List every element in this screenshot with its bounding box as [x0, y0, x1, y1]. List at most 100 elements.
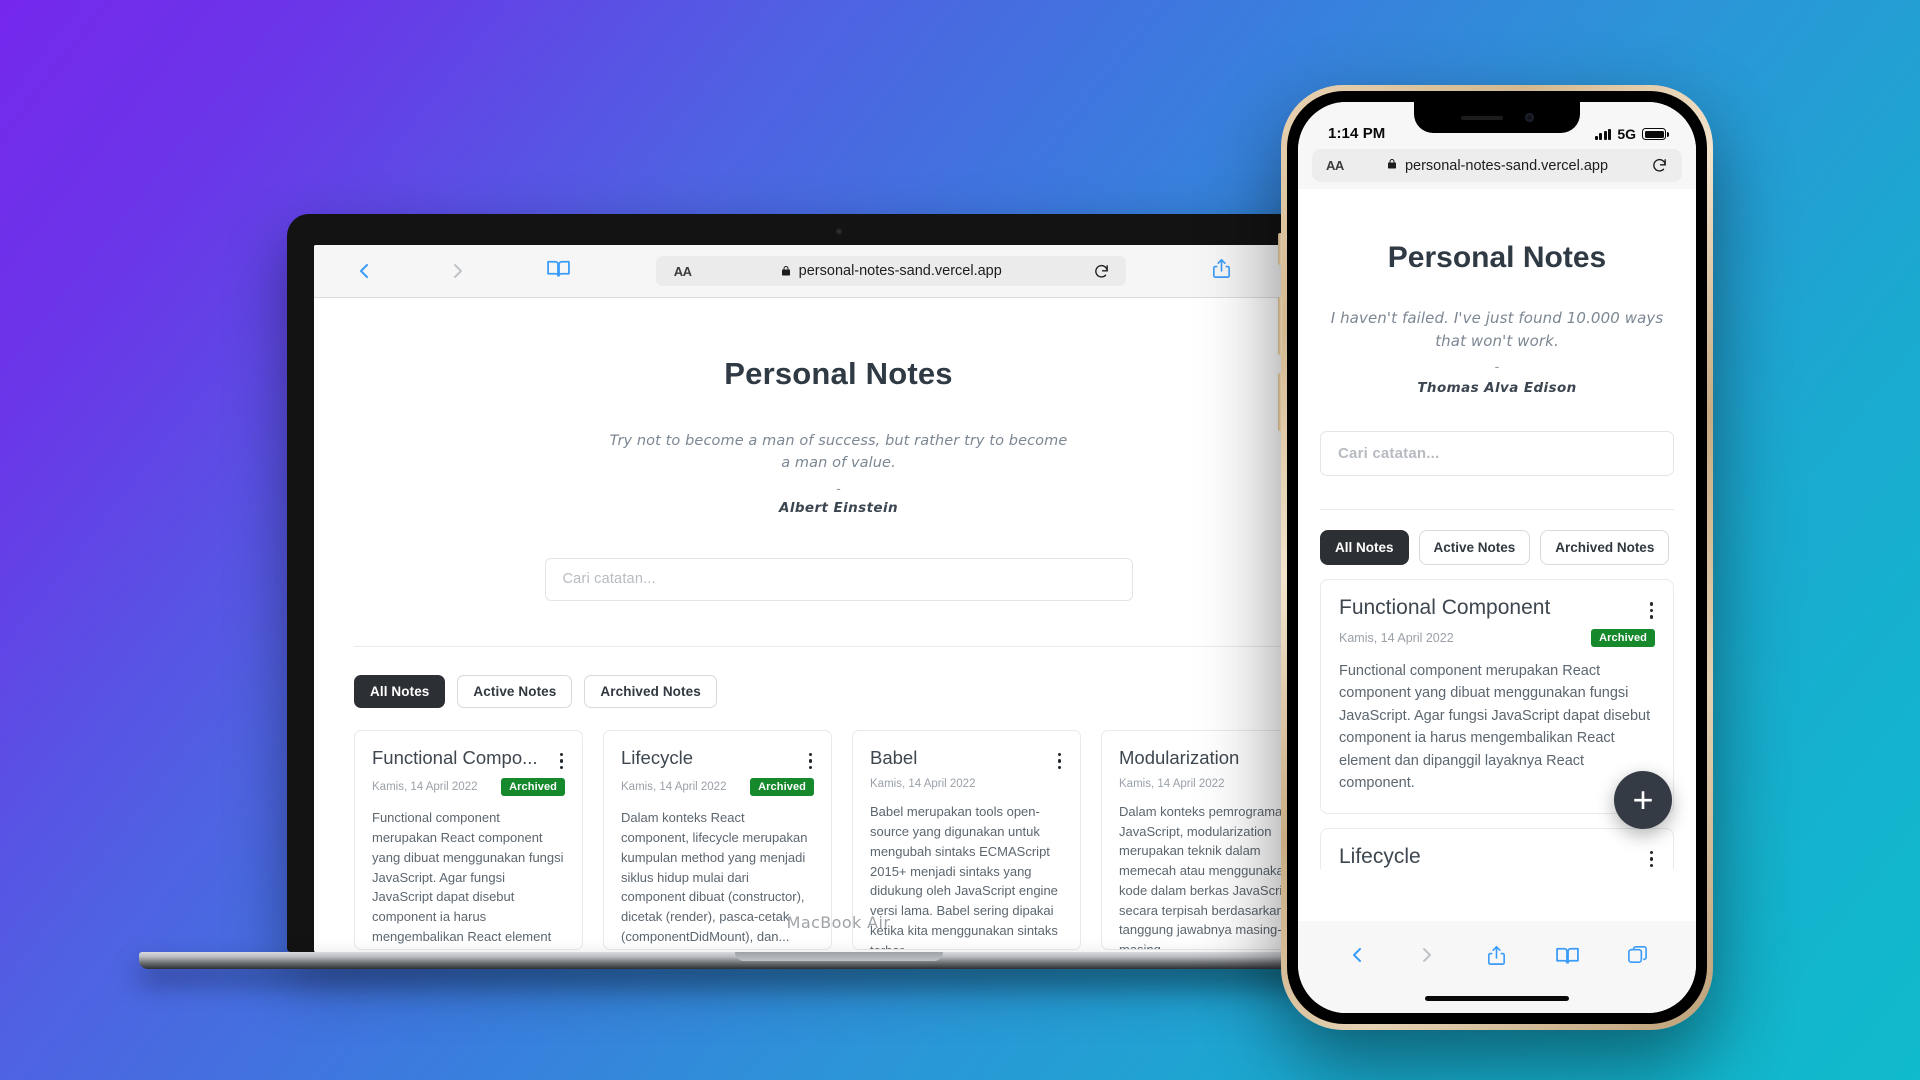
- front-camera-icon: [1524, 113, 1534, 122]
- page-title: Personal Notes: [1387, 241, 1607, 274]
- chevron-left-icon[interactable]: [352, 259, 376, 283]
- reload-icon[interactable]: [1651, 157, 1668, 174]
- lock-icon: [780, 264, 792, 278]
- note-card-header: Lifecycle: [621, 747, 814, 770]
- search-input[interactable]: Cari catatan...: [544, 557, 1133, 601]
- quote-text: Try not to become a man of success, but …: [609, 433, 1068, 472]
- phone-volume-up-button[interactable]: [1278, 297, 1282, 355]
- note-card-header: Functional Component: [1339, 596, 1655, 620]
- note-title: Modularization: [1119, 746, 1240, 768]
- book-icon[interactable]: [546, 256, 571, 286]
- lock-icon: [1386, 157, 1398, 175]
- filter-group: All Notes Active Notes Archived Notes: [1320, 530, 1674, 565]
- note-title: Lifecycle: [1339, 844, 1421, 868]
- laptop-camera-icon: [835, 228, 842, 235]
- battery-icon: [1642, 128, 1669, 140]
- filter-active-notes[interactable]: Active Notes: [457, 674, 573, 708]
- note-title: Babel: [870, 746, 918, 768]
- note-card-meta: Kamis, 14 April 2022: [870, 778, 1063, 790]
- filter-group: All Notes Active Notes Archived Notes: [354, 674, 1323, 708]
- signal-bars-icon: [1594, 128, 1612, 140]
- divider: [1320, 509, 1674, 510]
- note-date: Kamis, 14 April 2022: [1119, 777, 1225, 790]
- phone-browser-toolbar: AA personal-notes-sand.vercel.app: [1298, 148, 1696, 189]
- tabs-icon[interactable]: [1626, 943, 1649, 966]
- reload-icon[interactable]: [1093, 263, 1110, 280]
- note-card-meta: Kamis, 14 April 2022 Archived: [621, 778, 814, 797]
- address-bar[interactable]: AA personal-notes-sand.vercel.app: [655, 256, 1126, 286]
- phone-status-bar: 1:14 PM 5G: [1298, 102, 1696, 148]
- text-size-button[interactable]: AA: [674, 264, 692, 279]
- url-group: personal-notes-sand.vercel.app: [1386, 157, 1608, 175]
- book-icon[interactable]: [1555, 943, 1580, 968]
- note-card-header: Functional Compo...: [372, 747, 565, 770]
- note-card-header: Lifecycle: [1339, 845, 1655, 869]
- status-time: 1:14 PM: [1328, 125, 1386, 142]
- status-right-group: 5G: [1594, 126, 1669, 142]
- note-title: Functional Compo...: [372, 746, 538, 768]
- page-title: Personal Notes: [724, 356, 953, 391]
- chevron-right-icon[interactable]: [1415, 943, 1439, 967]
- status-badge: Archived: [501, 778, 565, 797]
- phone-notch: [1414, 102, 1580, 133]
- laptop-lid: AA personal-notes-sand.vercel.app Person…: [287, 214, 1390, 952]
- note-body: Functional component merupakan React com…: [1339, 663, 1651, 792]
- note-date: Kamis, 14 April 2022: [621, 781, 727, 794]
- filter-archived-notes[interactable]: Archived Notes: [584, 674, 717, 708]
- divider: [354, 645, 1323, 647]
- add-note-button[interactable]: +: [1614, 771, 1672, 829]
- quote-dash: -: [1494, 358, 1500, 374]
- note-title: Lifecycle: [621, 746, 693, 768]
- earpiece-speaker: [1460, 115, 1503, 120]
- laptop-brand-label: MacBook Air: [786, 913, 891, 932]
- phone-bottom-toolbar: [1298, 921, 1696, 1013]
- kebab-menu-icon[interactable]: [803, 747, 815, 770]
- status-badge: Archived: [750, 778, 814, 797]
- status-badge: Archived: [1591, 629, 1655, 647]
- note-card[interactable]: Lifecycle: [1320, 827, 1674, 869]
- note-date: Kamis, 14 April 2022: [870, 778, 976, 791]
- note-title: Functional Component: [1339, 596, 1551, 619]
- share-icon[interactable]: [1210, 256, 1233, 286]
- kebab-menu-icon[interactable]: [554, 747, 566, 770]
- phone-screen: 1:14 PM 5G AA personal-notes-sand.vercel…: [1298, 102, 1696, 1013]
- note-date: Kamis, 14 April 2022: [372, 781, 478, 794]
- filter-all-notes[interactable]: All Notes: [1320, 530, 1409, 565]
- quote-text: I haven't failed. I've just found 10.000…: [1330, 309, 1664, 350]
- filter-active-notes[interactable]: Active Notes: [1418, 530, 1531, 565]
- url-text: personal-notes-sand.vercel.app: [798, 263, 1002, 279]
- phone-silent-switch[interactable]: [1278, 233, 1282, 265]
- quote-author: Albert Einstein: [778, 499, 899, 516]
- macbook-air-mockup: AA personal-notes-sand.vercel.app Person…: [139, 214, 1538, 1004]
- search-input[interactable]: Cari catatan...: [1320, 431, 1674, 476]
- kebab-menu-icon[interactable]: [1644, 845, 1656, 868]
- phone-address-bar[interactable]: AA personal-notes-sand.vercel.app: [1312, 149, 1682, 182]
- chevron-left-icon[interactable]: [1345, 943, 1369, 967]
- home-indicator: [1425, 996, 1569, 1001]
- address-bar-wrapper: AA personal-notes-sand.vercel.app: [571, 256, 1210, 286]
- network-label: 5G: [1617, 126, 1636, 142]
- filter-all-notes[interactable]: All Notes: [354, 674, 446, 708]
- filter-archived-notes[interactable]: Archived Notes: [1540, 530, 1670, 565]
- iphone-mockup: 1:14 PM 5G AA personal-notes-sand.vercel…: [1278, 85, 1713, 1030]
- phone-volume-down-button[interactable]: [1278, 373, 1282, 431]
- desktop-page: Personal Notes Try not to become a man o…: [314, 298, 1363, 952]
- kebab-menu-icon[interactable]: [1644, 596, 1656, 619]
- note-card[interactable]: Functional Component Kamis, 14 April 202…: [1320, 579, 1674, 814]
- note-date: Kamis, 14 April 2022: [1339, 631, 1454, 645]
- url-text: personal-notes-sand.vercel.app: [1404, 157, 1609, 174]
- share-icon[interactable]: [1485, 943, 1508, 968]
- phone-bezel: 1:14 PM 5G AA personal-notes-sand.vercel…: [1287, 91, 1707, 1024]
- laptop-screen: AA personal-notes-sand.vercel.app Person…: [314, 245, 1363, 952]
- text-size-button[interactable]: AA: [1326, 158, 1344, 173]
- browser-nav-group: [334, 259, 470, 283]
- phone-page: Personal Notes I haven't failed. I've ju…: [1298, 189, 1696, 869]
- desktop-browser-toolbar: AA personal-notes-sand.vercel.app: [314, 245, 1363, 298]
- chevron-right-icon[interactable]: [446, 259, 470, 283]
- note-card-meta: Kamis, 14 April 2022 Archived: [1339, 629, 1655, 647]
- quote-dash: -: [836, 479, 841, 496]
- quote-author: Thomas Alva Edison: [1417, 380, 1577, 396]
- note-card-meta: Kamis, 14 April 2022 Archived: [372, 778, 565, 797]
- search-placeholder: Cari catatan...: [562, 571, 656, 588]
- kebab-menu-icon[interactable]: [1052, 747, 1064, 770]
